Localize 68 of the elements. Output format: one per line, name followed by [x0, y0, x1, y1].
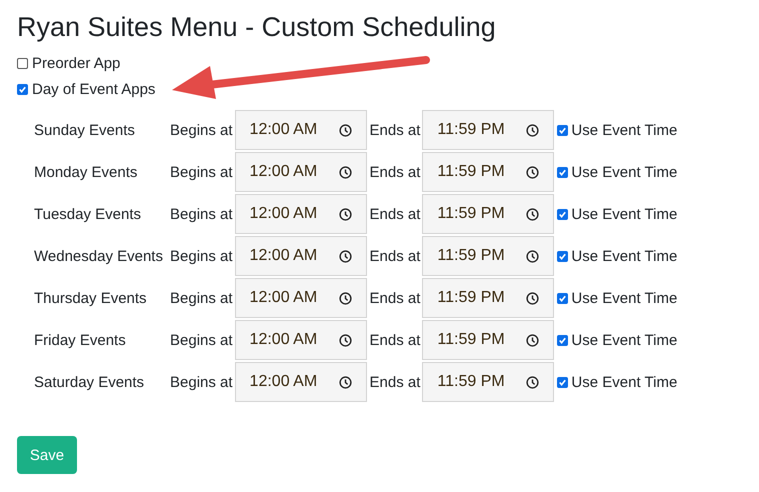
checkbox[interactable]: [557, 292, 568, 304]
time-field[interactable]: 11:59 PM: [422, 278, 554, 318]
time-field[interactable]: 11:59 PM: [422, 194, 554, 234]
checkbox[interactable]: [557, 208, 568, 220]
time-field[interactable]: 12:00 AM: [234, 278, 367, 318]
checkbox-label: Preorder App: [32, 54, 120, 72]
time-field[interactable]: 12:00 AM: [234, 194, 367, 234]
clock-icon: [338, 376, 352, 388]
checkbox[interactable]: [557, 250, 568, 262]
clock-icon: [338, 208, 352, 220]
time-field[interactable]: 11:59 PM: [422, 110, 554, 150]
ends-label: Ends at: [370, 248, 420, 264]
ends-label: Ends at: [370, 206, 420, 222]
checkbox-label: Use Event Time: [571, 206, 678, 222]
clock-icon: [526, 208, 540, 220]
ends-label: Ends at: [370, 122, 420, 138]
time-field[interactable]: 11:59 PM: [422, 362, 554, 402]
clock-icon: [526, 166, 540, 178]
checkbox[interactable]: [557, 166, 568, 178]
ends-label: Ends at: [370, 164, 420, 180]
clock-icon: [526, 292, 540, 304]
begins-label: Begins at: [170, 122, 233, 138]
time-field[interactable]: 12:00 AM: [234, 320, 367, 360]
ends-label: Ends at: [370, 332, 420, 348]
checkbox[interactable]: [557, 124, 568, 136]
day-label: Monday Events: [34, 164, 138, 180]
checkbox-label: Use Event Time: [571, 332, 678, 348]
checkbox-label: Day of Event Apps: [32, 80, 156, 98]
checkbox-label: Use Event Time: [571, 164, 678, 180]
page-title: Ryan Suites Menu - Custom Scheduling: [17, 11, 496, 44]
clock-icon: [338, 292, 352, 304]
clock-icon: [526, 250, 540, 262]
clock-icon: [338, 334, 352, 346]
ends-label: Ends at: [370, 374, 420, 390]
day-label: Sunday Events: [34, 122, 136, 138]
day-label: Tuesday Events: [34, 206, 142, 222]
time-field[interactable]: 11:59 PM: [422, 152, 554, 192]
checkbox-label: Use Event Time: [571, 248, 678, 264]
begins-label: Begins at: [170, 206, 233, 222]
day-label: Wednesday Events: [34, 248, 164, 264]
checkbox[interactable]: [17, 84, 28, 94]
begins-label: Begins at: [170, 332, 233, 348]
checkbox-label: Use Event Time: [571, 122, 678, 138]
time-field[interactable]: 12:00 AM: [234, 362, 367, 402]
clock-icon: [526, 334, 540, 346]
begins-label: Begins at: [170, 248, 233, 264]
time-field[interactable]: 12:00 AM: [234, 152, 367, 192]
clock-icon: [338, 124, 352, 136]
checkbox[interactable]: [17, 58, 28, 68]
time-field[interactable]: 11:59 PM: [422, 320, 554, 360]
time-field[interactable]: 11:59 PM: [422, 236, 554, 276]
time-field[interactable]: 12:00 AM: [234, 236, 367, 276]
clock-icon: [526, 124, 540, 136]
begins-label: Begins at: [170, 164, 233, 180]
clock-icon: [338, 166, 352, 178]
day-label: Friday Events: [34, 332, 127, 348]
clock-icon: [526, 376, 540, 388]
checkbox[interactable]: [557, 376, 568, 388]
begins-label: Begins at: [170, 290, 233, 306]
time-field[interactable]: 12:00 AM: [234, 110, 367, 150]
checkbox-label: Use Event Time: [571, 290, 678, 306]
checkbox-label: Use Event Time: [571, 374, 678, 390]
begins-label: Begins at: [170, 374, 233, 390]
clock-icon: [338, 250, 352, 262]
ends-label: Ends at: [370, 290, 420, 306]
day-label: Thursday Events: [34, 290, 148, 306]
day-label: Saturday Events: [34, 374, 146, 390]
checkbox[interactable]: [557, 334, 568, 346]
